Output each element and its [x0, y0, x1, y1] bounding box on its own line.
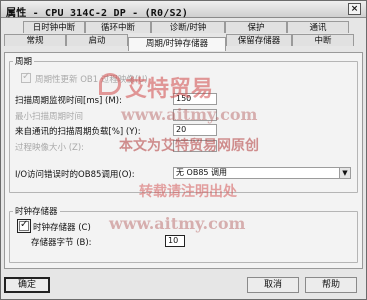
watermark-logo	[99, 73, 121, 95]
scan-monitor-input[interactable]: 150	[173, 93, 217, 105]
check-icon: ✓	[20, 219, 29, 230]
process-image-input[interactable]	[173, 140, 217, 152]
close-icon[interactable]: ×	[348, 3, 361, 15]
window-title: 属性 - CPU 314C-2 DP - (R0/S2)	[6, 8, 189, 19]
help-button[interactable]: 帮助	[305, 277, 357, 293]
tab-startup[interactable]: 启动	[66, 34, 128, 46]
process-image-label: 过程映像大小 (Z):	[15, 143, 85, 153]
tab-communication[interactable]: 通讯	[287, 21, 349, 33]
tab-retentive-memory[interactable]: 保留存储器	[226, 34, 292, 46]
comm-load-input[interactable]: 20	[173, 124, 217, 136]
clock-memory-checkbox[interactable]: ✓	[17, 219, 31, 233]
chevron-down-icon[interactable]: ▼	[339, 168, 350, 178]
update-ob1-checkbox[interactable]: ✓	[21, 71, 31, 83]
tab-time-of-day-interrupt[interactable]: 日时钟中断	[23, 21, 85, 33]
update-ob1-label: 周期性更新 OB1 过程映像(U)	[35, 75, 148, 85]
cycle-group-label: 周期	[13, 55, 35, 67]
comm-load-label: 来自通讯的扫描周期负载[%] (Y):	[15, 127, 141, 137]
tab-general[interactable]: 常规	[4, 34, 66, 46]
scan-monitor-label: 扫描周期监视时间[ms] (M):	[15, 96, 122, 106]
cancel-button[interactable]: 取消	[247, 277, 299, 293]
io-error-value: 无 OB85 调用	[176, 168, 228, 177]
memory-byte-input[interactable]: 10	[165, 235, 185, 247]
check-icon: ✓	[22, 71, 31, 82]
tab-interrupts[interactable]: 中断	[292, 34, 354, 46]
title-bar: 属性 - CPU 314C-2 DP - (R0/S2) ×	[1, 1, 366, 19]
ok-button[interactable]: 确定	[4, 277, 50, 293]
tab-panel: 周期 ✓ 周期性更新 OB1 过程映像(U) 扫描周期监视时间[ms] (M):…	[4, 52, 363, 269]
clock-memory-label: 时钟存储器 (C)	[33, 223, 91, 233]
clock-memory-group-label: 时钟存储器	[13, 205, 60, 217]
properties-dialog: 属性 - CPU 314C-2 DP - (R0/S2) × 日时钟中断 循环中…	[0, 0, 367, 300]
min-scan-label: 最小扫描周期时间	[15, 112, 84, 122]
io-error-select[interactable]: 无 OB85 调用 ▼	[173, 167, 351, 179]
tab-cyclic-interrupt[interactable]: 循环中断	[85, 21, 151, 33]
tab-cycle-clock-memory[interactable]: 周期/时钟存储器	[128, 37, 226, 51]
memory-byte-label: 存储器字节 (B):	[31, 238, 92, 248]
tab-protection[interactable]: 保护	[225, 21, 287, 33]
io-error-label: I/O访问错误时的OB85调用(O):	[15, 170, 135, 180]
min-scan-input[interactable]	[173, 109, 217, 121]
tab-diagnostics-clock[interactable]: 诊断/时钟	[151, 21, 225, 33]
